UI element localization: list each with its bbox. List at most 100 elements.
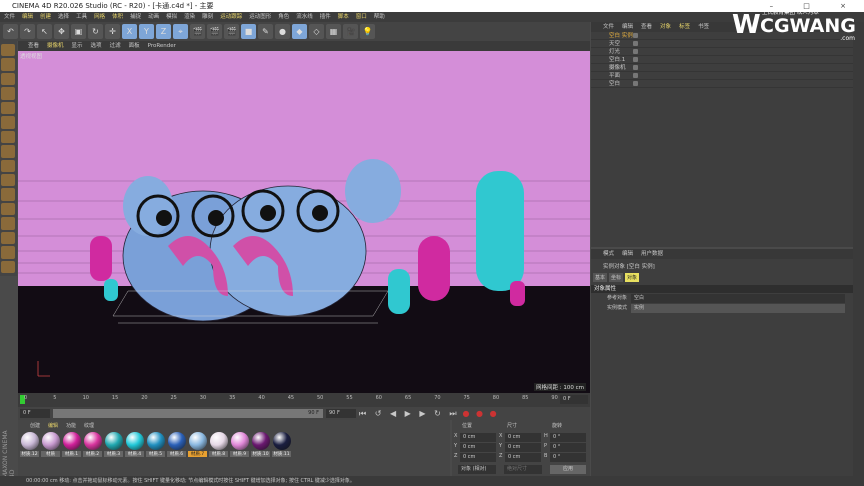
material-swatch[interactable]: 材质.3 <box>104 432 123 457</box>
toolbar-icon[interactable]: ↷ <box>20 24 35 39</box>
object-menu-item[interactable]: 书签 <box>698 22 709 32</box>
material-swatch[interactable]: 材质 <box>41 432 60 457</box>
mode-tool-icon[interactable] <box>1 58 15 71</box>
menu-item[interactable]: 网格 <box>94 12 105 22</box>
menu-item[interactable]: 帮助 <box>374 12 385 22</box>
material-swatch[interactable]: 材质.12 <box>20 432 39 457</box>
object-visibility-icon[interactable] <box>633 33 638 38</box>
object-visibility-icon[interactable] <box>633 73 638 78</box>
toolbar-icon[interactable]: ✥ <box>54 24 69 39</box>
object-menu-item[interactable]: 对象 <box>660 22 671 32</box>
mode-tool-icon[interactable] <box>1 246 15 259</box>
mode-tool-icon[interactable] <box>1 116 15 129</box>
material-swatch[interactable]: 材质.6 <box>167 432 186 457</box>
coord-mode-dropdown[interactable]: 对象 (相对) <box>458 465 496 474</box>
object-row[interactable]: 摄像机 <box>591 64 853 72</box>
material-swatch[interactable]: 材质.10 <box>251 432 270 457</box>
menu-item[interactable]: 编辑 <box>22 12 33 22</box>
mode-tool-icon[interactable] <box>1 145 15 158</box>
record-buttons[interactable]: ● ● ● <box>463 409 499 418</box>
start-frame-field[interactable]: 0 F <box>20 409 50 418</box>
toolbar-icon[interactable]: ● <box>275 24 290 39</box>
mode-tool-icon[interactable] <box>1 217 15 230</box>
menu-item[interactable]: 工具 <box>76 12 87 22</box>
material-menu-item[interactable]: 创建 <box>30 422 40 429</box>
material-swatch[interactable]: 材质.4 <box>125 432 144 457</box>
size-mode-dropdown[interactable]: 绝对尺寸 <box>504 465 542 474</box>
coord-value[interactable]: 0 cm <box>460 433 496 442</box>
toolbar-icon[interactable]: 🎬 <box>207 24 222 39</box>
viewport-tab[interactable]: 查看 <box>28 41 39 51</box>
attribute-menu-item[interactable]: 模式 <box>603 249 614 259</box>
toolbar-icon[interactable]: ⌖ <box>173 24 188 39</box>
object-visibility-icon[interactable] <box>633 65 638 70</box>
attribute-tab[interactable]: 坐标 <box>609 273 624 282</box>
coord-value[interactable]: 0 cm <box>505 453 541 462</box>
object-visibility-icon[interactable] <box>633 57 638 62</box>
object-row[interactable]: 空白.1 <box>591 56 853 64</box>
toolbar-icon[interactable]: ↖ <box>37 24 52 39</box>
toolbar-icon[interactable]: 🎬 <box>190 24 205 39</box>
menu-item[interactable]: 文件 <box>4 12 15 22</box>
current-frame-field[interactable]: 0 F <box>560 395 588 404</box>
end-frame-field[interactable]: 90 F <box>326 409 356 418</box>
material-menu-item[interactable]: 编辑 <box>48 422 58 429</box>
menu-item[interactable]: 脚本 <box>338 12 349 22</box>
mode-tool-icon[interactable] <box>1 188 15 201</box>
attribute-menu-item[interactable]: 编辑 <box>622 249 633 259</box>
coord-value[interactable]: 0 cm <box>460 453 496 462</box>
object-visibility-icon[interactable] <box>633 41 638 46</box>
material-swatch[interactable]: 材质.2 <box>83 432 102 457</box>
toolbar-icon[interactable]: ■ <box>241 24 256 39</box>
material-swatch[interactable]: 材质.7 <box>188 432 207 457</box>
toolbar-icon[interactable]: X <box>122 24 137 39</box>
attribute-tab[interactable]: 基本 <box>593 273 608 282</box>
viewport-tab[interactable]: 过滤 <box>110 41 121 51</box>
toolbar-icon[interactable]: ↻ <box>88 24 103 39</box>
material-menu-item[interactable]: 功能 <box>66 422 76 429</box>
toolbar-icon[interactable]: ↶ <box>3 24 18 39</box>
menu-item[interactable]: 捕捉 <box>130 12 141 22</box>
coord-value[interactable]: 0 cm <box>505 443 541 452</box>
menu-item[interactable]: 渲染 <box>184 12 195 22</box>
material-swatch[interactable]: 材质.8 <box>209 432 228 457</box>
viewport-tab[interactable]: 选项 <box>91 41 102 51</box>
menu-item[interactable]: 角色 <box>278 12 289 22</box>
mode-tool-icon[interactable] <box>1 72 15 86</box>
toolbar-icon[interactable]: ◆ <box>292 24 307 39</box>
menu-item[interactable]: 流水线 <box>296 12 313 22</box>
coord-value[interactable]: 0 ° <box>550 453 586 462</box>
toolbar-icon[interactable]: ✛ <box>105 24 120 39</box>
mode-tool-icon[interactable] <box>1 231 15 245</box>
mode-tool-icon[interactable] <box>1 260 15 273</box>
material-swatch[interactable]: 材质.11 <box>272 432 291 457</box>
viewport-tab[interactable]: 摄像机 <box>47 41 64 51</box>
mode-tool-icon[interactable] <box>1 101 15 115</box>
toolbar-icon[interactable]: ▣ <box>71 24 86 39</box>
menu-item[interactable]: 雕刻 <box>202 12 213 22</box>
mode-tool-icon[interactable] <box>1 130 15 144</box>
menu-item[interactable]: 运动图形 <box>249 12 271 22</box>
menu-item[interactable]: 动画 <box>148 12 159 22</box>
toolbar-icon[interactable]: 🎬 <box>224 24 239 39</box>
mode-tool-icon[interactable] <box>1 44 15 57</box>
object-menu-item[interactable]: 文件 <box>603 22 614 32</box>
coord-value[interactable]: 0 ° <box>550 433 586 442</box>
menu-item[interactable]: 窗口 <box>356 12 367 22</box>
apply-button[interactable]: 应用 <box>550 465 586 474</box>
attribute-value[interactable]: 实例 <box>631 304 845 313</box>
mode-tool-icon[interactable] <box>1 202 15 216</box>
mode-tool-icon[interactable] <box>1 87 15 100</box>
material-swatch[interactable]: 材质.5 <box>146 432 165 457</box>
viewport[interactable]: 透视视图 网格间距 : 100 cm <box>18 51 590 393</box>
toolbar-icon[interactable]: 🎥 <box>343 24 358 39</box>
viewport-tab[interactable]: ProRender <box>148 41 176 51</box>
object-row[interactable]: 灯光 <box>591 48 853 56</box>
menu-item[interactable]: 插件 <box>320 12 331 22</box>
object-row[interactable]: 平面 <box>591 72 853 80</box>
object-menu-item[interactable]: 编辑 <box>622 22 633 32</box>
toolbar-icon[interactable]: ◇ <box>309 24 324 39</box>
menu-item[interactable]: 选择 <box>58 12 69 22</box>
object-menu-item[interactable]: 标签 <box>679 22 690 32</box>
object-visibility-icon[interactable] <box>633 81 638 86</box>
